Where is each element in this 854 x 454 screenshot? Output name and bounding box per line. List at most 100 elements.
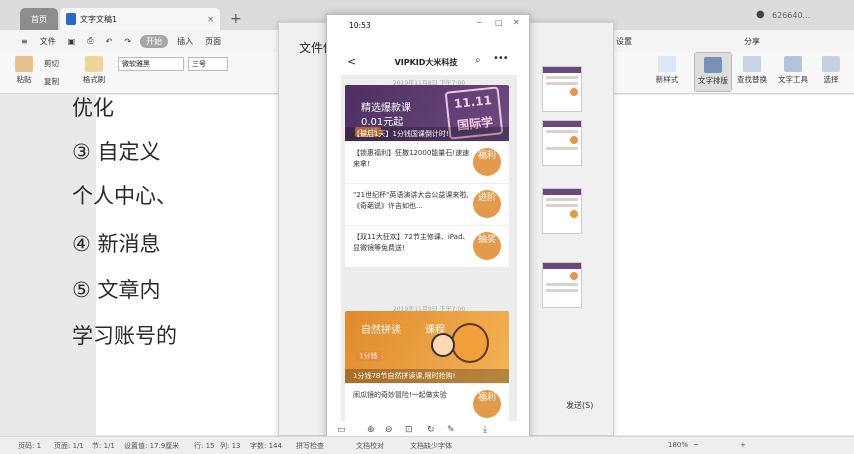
cut-label: 剪切 [44, 59, 59, 68]
redo-icon[interactable]: ↷ [121, 35, 134, 48]
spell-check-button[interactable]: 拼写检查 [296, 441, 324, 451]
screenshot-icon[interactable]: ▭ [337, 425, 346, 435]
status-pages[interactable]: 页面: 1/1 [54, 441, 84, 451]
tab-document[interactable]: 文字文稿1 ✕ [60, 8, 220, 30]
status-bar: 页码: 1 页面: 1/1 节: 1/1 设置值: 17.9厘米 行: 15 列… [0, 436, 854, 454]
send-button[interactable]: 发送(S) [566, 400, 593, 411]
phone-mirror-window: 10:53 ─ □ ✕ < VIPKID大米科技 ⌕ ••• 2019年11月8… [326, 14, 530, 440]
back-icon[interactable]: < [347, 55, 356, 68]
phone-nav-bar: < VIPKID大米科技 ⌕ ••• [327, 53, 529, 73]
image-thumbnail[interactable] [542, 66, 582, 112]
paste-button[interactable]: 粘贴 [10, 56, 38, 85]
status-line[interactable]: 行: 15 [194, 441, 215, 451]
missing-font-button[interactable]: 文档缺少字体 [410, 441, 452, 451]
menu-start[interactable]: 开始 [140, 34, 169, 48]
phone-time: 10:53 [349, 21, 371, 30]
zoom-out-icon[interactable]: ⊖ [385, 425, 393, 435]
select-button[interactable]: 选择 [816, 56, 846, 85]
zoom-in-icon[interactable]: + [740, 441, 746, 449]
menu-insert[interactable]: 插入 [174, 34, 196, 49]
print-icon[interactable]: ⎙ [84, 34, 96, 48]
menu-icon[interactable]: ≡ [18, 35, 31, 48]
close-tab-icon[interactable]: ✕ [207, 15, 214, 24]
document-icon [66, 13, 76, 25]
close-icon[interactable]: ✕ [513, 18, 520, 27]
find-replace-button[interactable]: 查找替换 [734, 56, 770, 85]
paste-icon [15, 56, 33, 72]
zoom-in-icon[interactable]: ⊕ [367, 425, 375, 435]
format-painter-button[interactable]: 格式刷 [78, 56, 110, 85]
format-painter-icon [85, 56, 103, 72]
status-section[interactable]: 节: 1/1 [92, 441, 115, 451]
list-item[interactable]: "21世纪杯"英语演讲大会公益课来啦,《奇葩说》许吉如也... 进阶 [345, 183, 509, 225]
account-icon[interactable]: ● [756, 9, 765, 20]
rotate-icon[interactable]: ↻ [427, 425, 435, 435]
copy-button[interactable]: 复制 [44, 76, 59, 87]
list-item-text: "21世纪杯"英语演讲大会公益课来啦,《奇葩说》许吉如也... [353, 191, 469, 210]
image-thumbnail[interactable] [542, 262, 582, 308]
image-thumbnail[interactable] [542, 120, 582, 166]
font-size-select[interactable]: 三号 [188, 57, 228, 71]
doc-check-button[interactable]: 文档校对 [356, 441, 384, 451]
maximize-icon[interactable]: □ [495, 18, 503, 27]
status-page[interactable]: 页码: 1 [18, 441, 41, 451]
new-style-label: 新样式 [655, 75, 679, 84]
edit-icon[interactable]: ✎ [447, 425, 455, 435]
child-image [431, 333, 455, 357]
banner-subtitle: 0.01元起 [361, 117, 404, 128]
list-item[interactable]: 闹瓜镜的奇妙冒险!一起做实验 福利 [345, 383, 509, 421]
list-item[interactable]: 【锁惠福利】狂撒12000能量石!速速来拿! 福利 [345, 141, 509, 183]
status-position[interactable]: 设置值: 17.9厘米 [124, 441, 179, 451]
new-tab-button[interactable]: + [224, 8, 248, 30]
more-icon[interactable]: ••• [493, 53, 509, 64]
status-column[interactable]: 列: 13 [220, 441, 241, 451]
dialog-settings-link[interactable]: 设置 [616, 36, 632, 47]
style-icon [658, 56, 676, 72]
text-tools-icon [784, 56, 802, 72]
tab-document-label: 文字文稿1 [80, 14, 118, 24]
list-item-text: 闹瓜镜的奇妙冒险!一起做实验 [353, 391, 447, 399]
font-name-select[interactable]: 微软雅黑 [118, 57, 184, 71]
document-line: 个人中心、 [72, 184, 177, 208]
user-account-label[interactable]: 626640... [772, 11, 810, 20]
new-style-button[interactable]: 新样式 [650, 56, 684, 85]
zoom-level[interactable]: 180% [668, 441, 688, 449]
share-button[interactable]: 分享 [744, 36, 760, 47]
menu-page[interactable]: 页面 [202, 34, 224, 49]
list-item-badge: 抽奖 [473, 232, 501, 260]
document-line: ③ 自定义 [72, 140, 161, 164]
text-layout-button[interactable]: 文字排版 [694, 52, 732, 92]
banner-caption: 【最后1天】1分钱国课倒计时! [345, 127, 509, 141]
list-item-badge: 福利 [473, 390, 501, 418]
banner-caption: 1分钱78节自然拼读课,限时抢购! [345, 369, 509, 383]
menu-file[interactable]: 文件 [37, 34, 59, 49]
list-item-badge: 福利 [473, 148, 501, 176]
fit-icon[interactable]: ⊡ [405, 425, 413, 435]
message-feed[interactable]: 2019年11月8日 下午7:00 精选爆款课 0.01元起 1分钱 11.11… [341, 75, 517, 421]
list-item-badge: 进阶 [473, 190, 501, 218]
banner-tag: 1分钱 [355, 351, 382, 361]
text-layout-label: 文字排版 [698, 76, 728, 85]
document-line: ④ 新消息 [72, 232, 161, 256]
text-tools-button[interactable]: 文字工具 [774, 56, 812, 85]
news-card[interactable]: 自然拼读 课程 1分钱 1分钱78节自然拼读课,限时抢购! 闹瓜镜的奇妙冒险!一… [345, 311, 509, 421]
card-banner[interactable]: 自然拼读 课程 1分钱 1分钱78节自然拼读课,限时抢购! [345, 311, 509, 383]
list-item-text: 【锁惠福利】狂撒12000能量石!速速来拿! [353, 149, 470, 168]
save-icon[interactable]: ▣ [65, 35, 79, 48]
news-card[interactable]: 精选爆款课 0.01元起 1分钱 11.11 国际学 【最后1天】1分钱国课倒计… [345, 85, 509, 267]
select-label: 选择 [823, 75, 839, 84]
card-banner[interactable]: 精选爆款课 0.01元起 1分钱 11.11 国际学 【最后1天】1分钱国课倒计… [345, 85, 509, 141]
search-icon[interactable]: ⌕ [475, 55, 481, 66]
account-title: VIPKID大米科技 [394, 58, 458, 67]
document-line: ⑤ 文章内 [72, 278, 161, 302]
cut-button[interactable]: 剪切 [44, 58, 59, 69]
status-word-count[interactable]: 字数: 144 [250, 441, 282, 451]
undo-icon[interactable]: ↶ [103, 35, 116, 48]
list-item[interactable]: 【双11大狂欢】72节主修课、iPad、显微镜等免费送! 抽奖 [345, 225, 509, 267]
tab-home[interactable]: 首页 [20, 8, 58, 30]
zoom-out-icon[interactable]: ─ [694, 441, 698, 449]
download-icon[interactable]: ⤓ [483, 425, 487, 435]
image-thumbnail[interactable] [542, 188, 582, 234]
mascot-image [451, 323, 489, 363]
minimize-icon[interactable]: ─ [477, 18, 482, 27]
